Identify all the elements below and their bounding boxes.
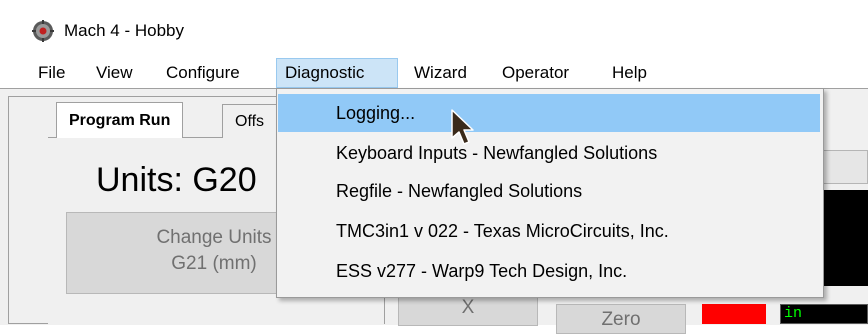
mouse-cursor-icon	[451, 109, 474, 145]
menu-item-logging[interactable]: Logging...	[278, 94, 820, 132]
status-indicator-red	[702, 304, 766, 324]
menu-item-tmc3in1[interactable]: TMC3in1 v 022 - Texas MicroCircuits, Inc…	[278, 212, 820, 250]
tab-program-run[interactable]: Program Run	[56, 102, 184, 138]
zero-button[interactable]: Zero	[556, 304, 686, 334]
mach4-gear-icon	[32, 20, 54, 42]
units-label: Units: G20	[96, 161, 257, 199]
change-units-label: Change Units	[156, 227, 272, 248]
menu-operator[interactable]: Operator	[494, 58, 577, 88]
tab-offsets[interactable]: Offs	[222, 104, 282, 138]
menu-item-regfile[interactable]: Regfile - Newfangled Solutions	[278, 172, 820, 210]
change-units-sublabel: G21 (mm)	[171, 253, 257, 274]
units-display-text: in	[784, 305, 803, 322]
menu-view[interactable]: View	[88, 58, 141, 88]
menu-wizard[interactable]: Wizard	[406, 58, 475, 88]
window-title: Mach 4 - Hobby	[64, 21, 184, 40]
right-tab-strip	[820, 150, 868, 184]
menu-item-ess[interactable]: ESS v277 - Warp9 Tech Design, Inc.	[278, 252, 820, 290]
menu-diagnostic[interactable]: Diagnostic	[276, 58, 398, 88]
menu-file[interactable]: File	[30, 58, 73, 88]
menu-configure[interactable]: Configure	[158, 58, 248, 88]
menu-item-keyboard-inputs[interactable]: Keyboard Inputs - Newfangled Solutions	[278, 134, 820, 172]
menu-help[interactable]: Help	[604, 58, 655, 88]
dro-display	[820, 190, 868, 286]
